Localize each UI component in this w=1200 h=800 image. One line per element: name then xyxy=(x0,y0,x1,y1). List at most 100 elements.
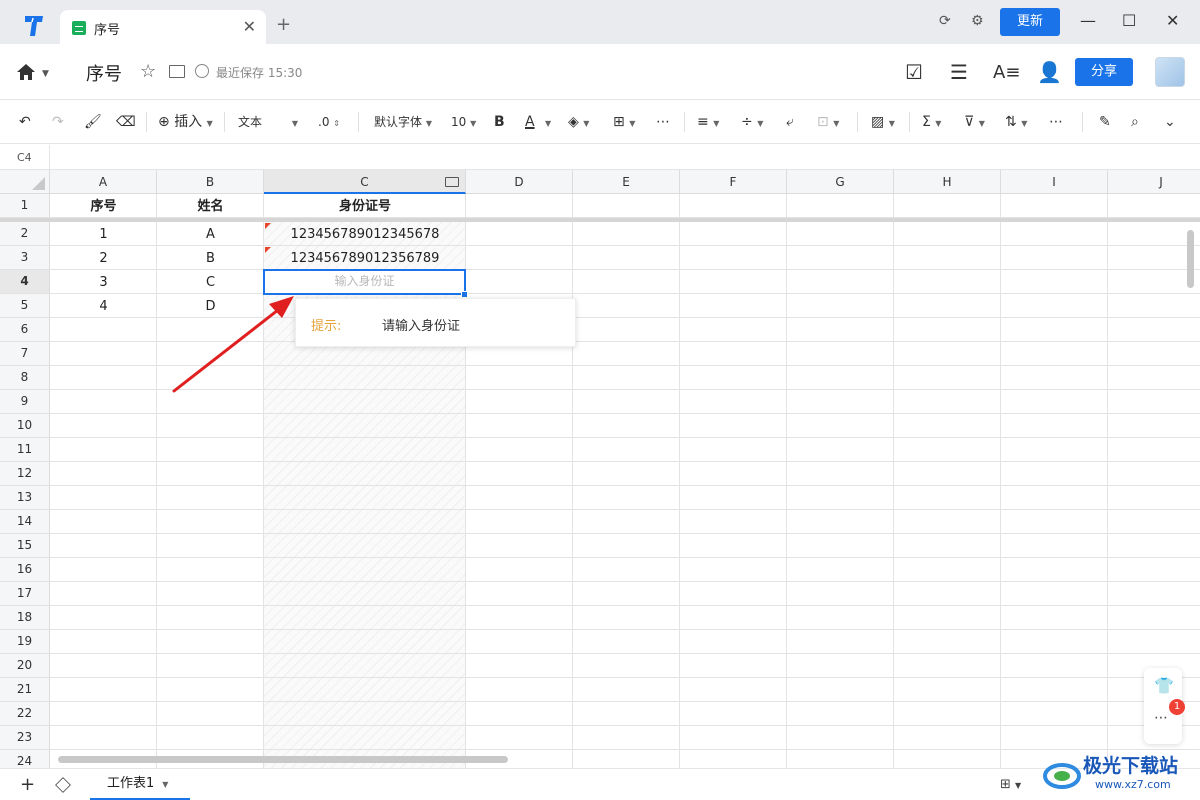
maximize-icon[interactable]: ☐ xyxy=(1122,11,1136,30)
vertical-scrollbar[interactable] xyxy=(1187,230,1194,288)
row-header-14[interactable]: 14 xyxy=(0,510,50,534)
column-header-i[interactable]: I xyxy=(1001,170,1108,194)
spreadsheet-grid[interactable]: A B C D E F G H I J 1 2 3 4 5 6 7 8 9 10 11 12 13 14 1… xyxy=(0,170,1200,768)
row-header-16[interactable]: 16 xyxy=(0,558,50,582)
insert-menu[interactable]: ⊕ 插入 ▼ xyxy=(158,113,213,133)
cell-a4[interactable]: 3 xyxy=(50,271,157,294)
row-header-21[interactable]: 21 xyxy=(0,678,50,702)
update-button[interactable]: 更新 xyxy=(1000,8,1060,36)
app-logo-icon[interactable] xyxy=(22,14,46,38)
column-header-a[interactable]: A xyxy=(50,170,157,194)
column-header-g[interactable]: G xyxy=(787,170,894,194)
cell-a2[interactable]: 1 xyxy=(50,223,157,246)
row-header-15[interactable]: 15 xyxy=(0,534,50,558)
align-horizontal-icon[interactable]: ≡ ▼ xyxy=(697,113,719,133)
format-painter-icon[interactable]: 🖌 xyxy=(84,113,102,131)
row-header-23[interactable]: 23 xyxy=(0,726,50,750)
column-header-j[interactable]: J xyxy=(1108,170,1200,194)
number-format-select[interactable]: 文本 ▼ xyxy=(238,113,298,133)
cell-b2[interactable]: A xyxy=(157,223,264,246)
bold-button[interactable]: B xyxy=(494,113,505,131)
column-header-h[interactable]: H xyxy=(894,170,1001,194)
row-header-6[interactable]: 6 xyxy=(0,318,50,342)
sheet-tab-dropdown-icon[interactable]: ▼ xyxy=(162,780,168,789)
row-header-3[interactable]: 3 xyxy=(0,246,50,270)
clear-format-icon[interactable]: ⌫ xyxy=(116,113,136,131)
redo-icon[interactable]: ↷ xyxy=(52,113,64,131)
more-options-icon[interactable]: ⋯ xyxy=(1154,710,1169,726)
column-header-d[interactable]: D xyxy=(466,170,573,194)
font-color-dropdown-icon[interactable]: ▼ xyxy=(545,113,551,133)
move-to-folder-icon[interactable] xyxy=(169,65,185,78)
text-style-icon[interactable]: A≡ xyxy=(993,62,1020,83)
more-format-icon[interactable]: ⋯ xyxy=(656,113,670,131)
merge-cells-icon[interactable]: ⊡ ▼ xyxy=(817,113,839,133)
cell-b3[interactable]: B xyxy=(157,247,264,270)
cell-b1[interactable]: 姓名 xyxy=(157,195,264,218)
column-header-c[interactable]: C xyxy=(264,170,466,194)
sum-icon[interactable]: Σ ▼ xyxy=(922,113,941,133)
row-header-13[interactable]: 13 xyxy=(0,486,50,510)
sheet-list-icon[interactable] xyxy=(55,777,71,793)
undo-icon[interactable]: ↶ xyxy=(19,113,31,131)
row-header-2[interactable]: 2 xyxy=(0,222,50,246)
search-icon[interactable]: ⌕ xyxy=(1131,113,1139,131)
active-cell-c4[interactable]: 输入身份证 xyxy=(263,269,466,295)
window-close-icon[interactable]: ✕ xyxy=(1166,11,1179,30)
row-header-5[interactable]: 5 xyxy=(0,294,50,318)
font-size-select[interactable]: 10 ▼ xyxy=(451,113,476,133)
row-header-24[interactable]: 24 xyxy=(0,750,50,768)
cell-a1[interactable]: 序号 xyxy=(50,195,157,218)
home-icon[interactable] xyxy=(16,63,36,81)
cell-c3[interactable]: 123456789012356789 xyxy=(264,247,466,270)
cell-b5[interactable]: D xyxy=(157,295,264,318)
sheet-tab[interactable]: 工作表1 ▼ xyxy=(90,769,190,800)
decimal-stepper[interactable]: .0 ⇕ xyxy=(318,113,340,133)
conditional-format-icon[interactable]: ▨ ▼ xyxy=(871,113,895,133)
row-header-22[interactable]: 22 xyxy=(0,702,50,726)
cell-a5[interactable]: 4 xyxy=(50,295,157,318)
share-button[interactable]: 分享 xyxy=(1075,58,1133,86)
menu-icon[interactable]: ☰ xyxy=(950,60,968,84)
sync-icon[interactable]: ⟳ xyxy=(939,13,951,29)
row-header-7[interactable]: 7 xyxy=(0,342,50,366)
row-header-12[interactable]: 12 xyxy=(0,462,50,486)
cell-a3[interactable]: 2 xyxy=(50,247,157,270)
home-dropdown-icon[interactable]: ▼ xyxy=(42,69,49,79)
font-family-select[interactable]: 默认字体 ▼ xyxy=(374,113,432,133)
close-tab-icon[interactable]: ✕ xyxy=(243,17,256,36)
row-header-9[interactable]: 9 xyxy=(0,390,50,414)
task-check-icon[interactable]: ☑ xyxy=(905,60,923,84)
row-header-17[interactable]: 17 xyxy=(0,582,50,606)
sort-icon[interactable]: ⇅ ▼ xyxy=(1005,113,1027,133)
minimize-icon[interactable]: — xyxy=(1080,11,1096,30)
row-header-18[interactable]: 18 xyxy=(0,606,50,630)
star-icon[interactable]: ☆ xyxy=(140,61,156,82)
row-header-8[interactable]: 8 xyxy=(0,366,50,390)
settings-icon[interactable]: ⚙ xyxy=(971,13,984,29)
horizontal-scrollbar[interactable] xyxy=(58,756,508,763)
theme-shirt-icon[interactable]: 👕 xyxy=(1154,676,1174,695)
more-tools-icon[interactable]: ⋯ xyxy=(1049,113,1063,131)
document-title[interactable]: 序号 xyxy=(86,60,122,86)
row-header-20[interactable]: 20 xyxy=(0,654,50,678)
name-box[interactable]: C4 xyxy=(0,145,50,170)
row-header-1[interactable]: 1 xyxy=(0,194,50,218)
cell-c2[interactable]: 123456789012345678 xyxy=(264,223,466,246)
cell-c1[interactable]: 身份证号 xyxy=(264,195,466,218)
fill-color-icon[interactable]: ◈ ▼ xyxy=(568,113,589,133)
new-tab-icon[interactable]: + xyxy=(276,16,291,34)
wrap-text-icon[interactable]: ⤶ xyxy=(786,113,794,131)
column-annotation-icon[interactable] xyxy=(445,177,459,187)
align-vertical-icon[interactable]: ÷ ▼ xyxy=(741,113,763,133)
avatar[interactable] xyxy=(1155,57,1185,87)
row-header-19[interactable]: 19 xyxy=(0,630,50,654)
add-collaborator-icon[interactable]: 👤 xyxy=(1037,60,1062,84)
column-header-e[interactable]: E xyxy=(573,170,680,194)
collapse-toolbar-icon[interactable]: ⌄ xyxy=(1164,113,1176,131)
frozen-row-divider[interactable] xyxy=(0,218,1200,222)
fill-handle[interactable] xyxy=(461,291,468,298)
column-header-f[interactable]: F xyxy=(680,170,787,194)
view-mode-icon[interactable]: ⊞ ▼ xyxy=(1000,777,1021,792)
cell-b4[interactable]: C xyxy=(157,271,264,294)
